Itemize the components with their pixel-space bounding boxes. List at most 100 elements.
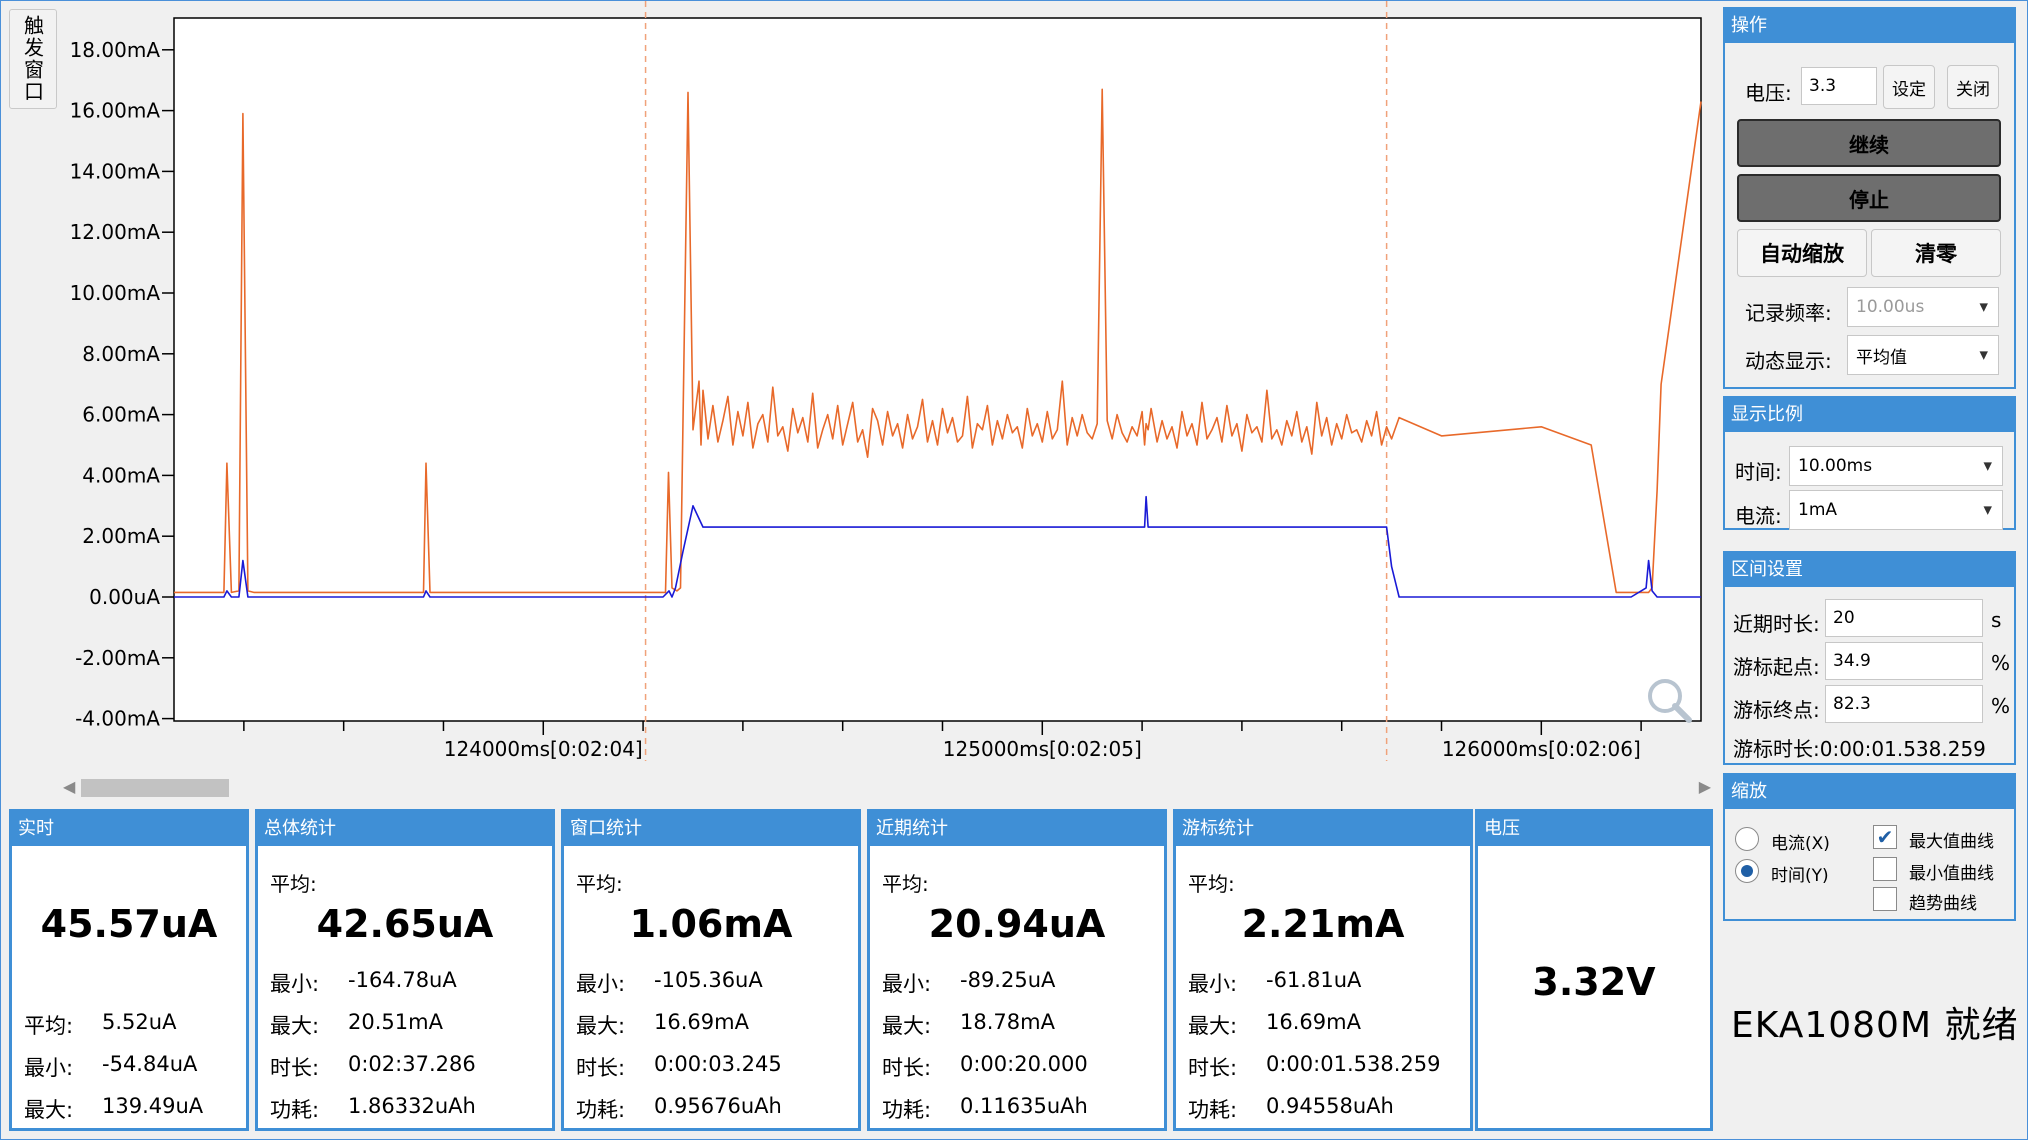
y-tick-label: -2.00mA — [75, 646, 160, 670]
dynamic-display-value: 平均值 — [1856, 347, 1907, 368]
recent-avg-value: 20.94uA — [928, 902, 1106, 946]
stop-button[interactable]: 停止 — [1737, 174, 2001, 222]
total-avg-value: 42.65uA — [316, 902, 494, 946]
voltage-input[interactable]: 3.3 — [1801, 67, 1877, 105]
panel-title: 游标统计 — [1176, 812, 1470, 846]
scroll-right-icon[interactable]: ▶ — [1699, 777, 1711, 796]
y-tick-label: 16.00mA — [70, 99, 161, 123]
avg-label: 平均: — [1188, 872, 1235, 896]
close-button[interactable]: 关闭 — [1947, 65, 1999, 109]
y-tick-label: -4.00mA — [75, 707, 160, 731]
radio-current-x[interactable] — [1735, 827, 1759, 851]
trend-curve-checkbox[interactable] — [1873, 887, 1897, 911]
chevron-down-icon: ▼ — [1979, 300, 1988, 314]
panel-title: 区间设置 — [1725, 553, 2014, 587]
autoscale-button[interactable]: 自动缩放 — [1737, 229, 1867, 277]
dynamic-display-select[interactable]: 平均值 ▼ — [1847, 335, 1999, 375]
recent-duration-input[interactable]: 20 — [1825, 599, 1983, 637]
x-axis: 124000ms[0:02:04] 125000ms[0:02:05] 126000… — [243, 721, 1642, 761]
power-value: 0.94558uAh — [1266, 1094, 1394, 1118]
trend-curve-label: 趋势曲线 — [1909, 894, 1977, 914]
range-settings-panel: 区间设置 近期时长: 20 s 游标起点: 34.9 % 游标终点: 82.3 … — [1723, 551, 2016, 765]
duration-value: 0:02:37.286 — [348, 1052, 476, 1076]
time-scale-select[interactable]: 10.00ms ▼ — [1789, 446, 2003, 486]
chevron-down-icon: ▼ — [1983, 459, 1992, 473]
x-tick-label: 126000ms[0:02:06] — [1442, 737, 1641, 761]
min-curve-checkbox[interactable] — [1873, 857, 1897, 881]
stat-key: 最小: — [1188, 972, 1238, 996]
device-status: EKA1080M 就绪 — [1731, 1005, 2019, 1046]
avg-label: 平均: — [270, 872, 317, 896]
total-stats-panel: 总体统计 平均: 42.65uA 最小: -164.78uA 最大: 20.51mA… — [255, 809, 555, 1131]
current-chart[interactable]: 18.00mA 16.00mA 14.00mA 12.00mA 10.00mA 8.00m… — [1, 1, 1716, 801]
y-tick-label: 6.00mA — [82, 403, 160, 427]
min-value: -61.81uA — [1266, 968, 1362, 992]
duration-value: 0:00:20.000 — [960, 1052, 1088, 1076]
panel-title: 实时 — [12, 812, 246, 846]
panel-title: 操作 — [1725, 9, 2014, 43]
min-value: -89.25uA — [960, 968, 1056, 992]
y-tick-label: 18.00mA — [70, 38, 161, 62]
cursor-start-input[interactable]: 34.9 — [1825, 642, 1983, 680]
voltage-value: 3.32V — [1532, 960, 1656, 1004]
realtime-value: 45.57uA — [40, 902, 218, 946]
chevron-down-icon: ▼ — [1979, 348, 1988, 362]
realtime-stats-panel: 实时 45.57uA 平均: 5.52uA 最小: -54.84uA 最大: 139.… — [9, 809, 249, 1131]
x-tick-label: 124000ms[0:02:04] — [444, 737, 643, 761]
panel-title: 显示比例 — [1725, 398, 2014, 432]
recent-duration-label: 近期时长: — [1733, 612, 1820, 636]
horizontal-scrollbar[interactable]: ◀ ▶ — [63, 777, 1711, 797]
radio-time-y[interactable] — [1735, 859, 1759, 883]
ops-panel: 操作 电压: 3.3 设定 关闭 继续 停止 自动缩放 清零 记录频率: 10.… — [1723, 7, 2016, 389]
max-value: 16.69mA — [1266, 1010, 1361, 1034]
current-scale-select[interactable]: 1mA ▼ — [1789, 490, 2003, 530]
stat-key: 功耗: — [1188, 1098, 1238, 1122]
voltage-label: 电压: — [1745, 81, 1792, 105]
clear-button[interactable]: 清零 — [1871, 229, 2001, 277]
stat-key: 时长: — [576, 1056, 626, 1080]
current-scale-value: 1mA — [1798, 500, 1838, 520]
rate-label: 记录频率: — [1745, 301, 1832, 325]
percent-unit: % — [1991, 694, 2011, 718]
x-tick-label: 125000ms[0:02:05] — [943, 737, 1142, 761]
scrollbar-thumb[interactable] — [81, 779, 229, 797]
y-tick-label: 10.00mA — [70, 281, 161, 305]
cursor-duration-text: 游标时长:0:00:01.538.259 — [1733, 737, 1986, 761]
min-curve-label: 最小值曲线 — [1909, 864, 1994, 884]
set-button[interactable]: 设定 — [1883, 65, 1935, 109]
y-tick-label: 2.00mA — [82, 524, 160, 548]
chart-svg[interactable]: 18.00mA 16.00mA 14.00mA 12.00mA 10.00mA 8.00m… — [1, 1, 1716, 801]
radio-current-label: 电流(X) — [1771, 834, 1830, 854]
scroll-left-icon[interactable]: ◀ — [63, 777, 75, 796]
stat-key: 最大: — [576, 1014, 626, 1038]
time-scale-label: 时间: — [1735, 460, 1782, 484]
rate-value: 10.00us — [1856, 297, 1925, 317]
checkmark-icon: ✔ — [1876, 825, 1894, 849]
y-tick-label: 12.00mA — [70, 220, 161, 244]
dynamic-display-label: 动态显示: — [1745, 349, 1832, 373]
power-value: 0.11635uAh — [960, 1094, 1088, 1118]
cursor-end-input[interactable]: 82.3 — [1825, 685, 1983, 723]
voltage-panel: 电压 3.32V — [1475, 809, 1713, 1131]
stat-key: 平均: — [24, 1014, 74, 1038]
panel-title: 总体统计 — [258, 812, 552, 846]
stat-key: 时长: — [270, 1056, 320, 1080]
app-window: 触发窗口 18.00mA 16.00mA 14.00mA 12.00mA 10.00mA… — [0, 0, 2028, 1140]
cursor-start-label: 游标起点: — [1733, 655, 1820, 679]
continue-button[interactable]: 继续 — [1737, 119, 2001, 167]
stat-key: 最大: — [24, 1098, 74, 1122]
max-value: 20.51mA — [348, 1010, 443, 1034]
y-tick-label: 4.00mA — [82, 463, 160, 487]
max-value: 16.69mA — [654, 1010, 749, 1034]
max-curve-checkbox[interactable]: ✔ — [1873, 825, 1897, 849]
cursor-stats-panel: 游标统计 平均: 2.21mA 最小: -61.81uA 最大: 16.69mA 时… — [1173, 809, 1473, 1131]
cursor-avg-value: 2.21mA — [1241, 902, 1405, 946]
zoom-panel: 缩放 电流(X) 时间(Y) ✔ 最大值曲线 最小值曲线 趋势曲线 — [1723, 773, 2016, 921]
power-value: 1.86332uAh — [348, 1094, 476, 1118]
rate-select[interactable]: 10.00us ▼ — [1847, 287, 1999, 327]
stat-key: 最小: — [576, 972, 626, 996]
max-curve-label: 最大值曲线 — [1909, 832, 1994, 852]
y-axis: 18.00mA 16.00mA 14.00mA 12.00mA 10.00mA 8.00m… — [70, 38, 174, 731]
cursor-end-label: 游标终点: — [1733, 698, 1820, 722]
y-tick-label: 8.00mA — [82, 342, 160, 366]
